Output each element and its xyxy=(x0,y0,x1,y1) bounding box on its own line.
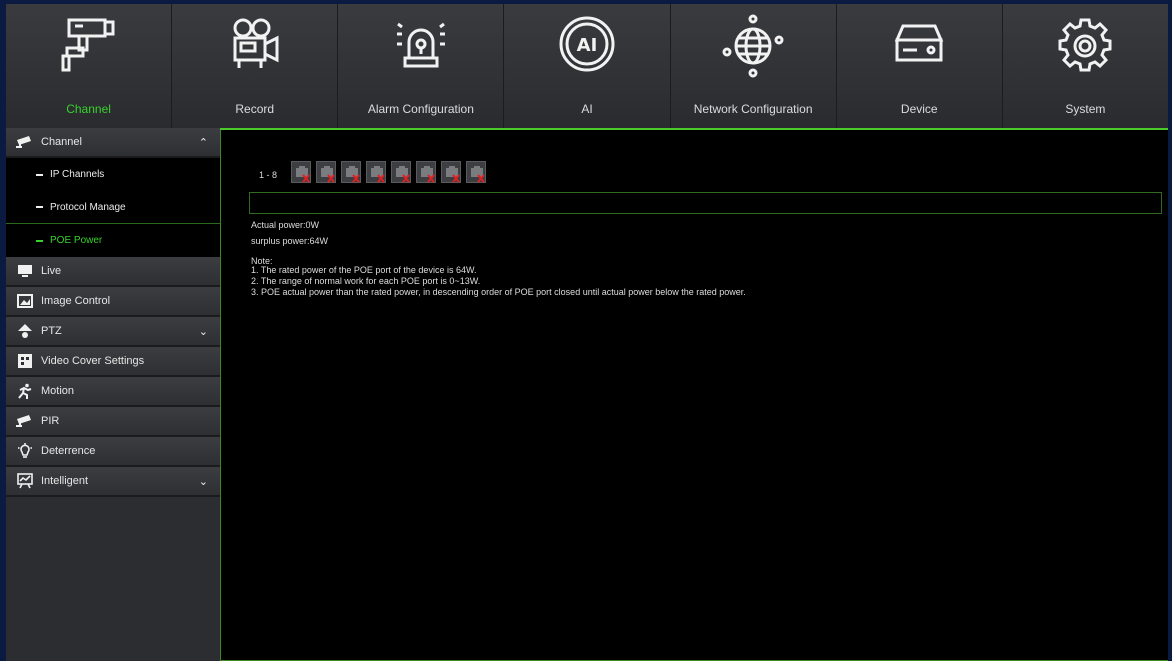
camera-icon xyxy=(16,414,34,428)
sidebar-item-label: Intelligent xyxy=(41,475,89,487)
sidebar-subitem-poe-power[interactable]: POE Power xyxy=(6,224,220,257)
running-man-icon xyxy=(16,383,34,399)
tab-label: AI xyxy=(581,102,593,116)
sidebar-subitem-label: Protocol Manage xyxy=(50,201,126,213)
sidebar-item-label: Deterrence xyxy=(41,445,96,457)
note-line: 2. The range of normal work for each POE… xyxy=(251,276,481,286)
poe-port-list xyxy=(291,161,486,183)
channel-submenu: IP Channels Protocol Manage POE Power xyxy=(6,158,220,257)
top-navigation: Channel Record Alarm Configuration AI AI… xyxy=(6,4,1168,128)
poe-port-disconnected-icon[interactable] xyxy=(291,161,311,183)
sidebar-subitem-ip-channels[interactable]: IP Channels xyxy=(6,158,220,191)
dash-bullet xyxy=(36,206,43,208)
sidebar-item-label: Channel xyxy=(41,136,82,148)
tab-network-configuration[interactable]: Network Configuration xyxy=(671,4,837,128)
power-usage-bar xyxy=(249,192,1162,214)
tab-label: System xyxy=(1065,102,1106,116)
sidebar-item-motion[interactable]: Motion xyxy=(6,377,220,407)
chevron-down-icon[interactable]: ⌄ xyxy=(199,475,208,488)
poe-port-disconnected-icon[interactable] xyxy=(466,161,486,183)
monitor-icon xyxy=(16,264,34,278)
tab-label: Channel xyxy=(66,102,111,116)
hdd-device-icon xyxy=(837,4,1002,88)
dash-bullet xyxy=(36,239,43,242)
svg-text:AI: AI xyxy=(577,35,598,56)
sidebar-item-channel[interactable]: Channel ⌃ xyxy=(6,128,220,158)
sidebar-item-live[interactable]: Live xyxy=(6,257,220,287)
port-range-label: 1 - 8 xyxy=(259,170,278,180)
globe-network-icon xyxy=(671,4,836,88)
tab-record[interactable]: Record xyxy=(172,4,339,128)
ptz-dome-icon xyxy=(16,324,34,338)
sidebar-item-label: Live xyxy=(41,265,62,277)
grid-cover-icon xyxy=(16,354,34,368)
camera-icon xyxy=(16,135,34,149)
sidebar-item-ptz[interactable]: PTZ ⌄ xyxy=(6,317,220,347)
gear-icon xyxy=(1003,4,1168,88)
sidebar-item-label: Video Cover Settings xyxy=(41,355,145,367)
sidebar-item-label: Image Control xyxy=(41,295,111,307)
poe-port-disconnected-icon[interactable] xyxy=(366,161,386,183)
note-line: 3. POE actual power than the rated power… xyxy=(251,287,746,297)
camera-icon xyxy=(6,4,171,88)
poe-port-disconnected-icon[interactable] xyxy=(441,161,461,183)
poe-port-disconnected-icon[interactable] xyxy=(416,161,436,183)
sidebar-item-intelligent[interactable]: Intelligent ⌄ xyxy=(6,467,220,497)
sidebar-item-video-cover-settings[interactable]: Video Cover Settings xyxy=(6,347,220,377)
sidebar: Channel ⌃ IP Channels Protocol Manage PO… xyxy=(6,128,220,661)
main-panel: 1 - 8 Actual power:0W surplus power:64W … xyxy=(220,130,1168,661)
chevron-down-icon[interactable]: ⌄ xyxy=(199,325,208,338)
sidebar-item-pir[interactable]: PIR xyxy=(6,407,220,437)
tab-ai[interactable]: AI AI xyxy=(504,4,671,128)
tab-label: Device xyxy=(900,102,938,116)
tab-alarm-configuration[interactable]: Alarm Configuration xyxy=(338,4,505,128)
poe-port-disconnected-icon[interactable] xyxy=(391,161,411,183)
image-icon xyxy=(16,294,34,308)
sidebar-item-label: PIR xyxy=(41,415,60,427)
sidebar-subitem-label: POE Power xyxy=(50,235,103,246)
easel-icon xyxy=(16,473,34,489)
tab-label: Record xyxy=(235,102,275,116)
sidebar-item-label: PTZ xyxy=(41,325,62,337)
alarm-light-icon xyxy=(338,4,503,88)
sidebar-item-deterrence[interactable]: Deterrence xyxy=(6,437,220,467)
film-camera-icon xyxy=(172,4,337,88)
tab-system[interactable]: System xyxy=(1003,4,1168,128)
chevron-up-icon[interactable]: ⌃ xyxy=(199,136,208,149)
light-bulb-icon xyxy=(16,443,34,458)
ai-head-icon: AI xyxy=(504,4,669,88)
note-line: 1. The rated power of the POE port of th… xyxy=(251,265,477,275)
poe-port-disconnected-icon[interactable] xyxy=(341,161,361,183)
tab-label: Alarm Configuration xyxy=(367,102,474,116)
sidebar-subitem-label: IP Channels xyxy=(50,169,105,180)
tab-channel[interactable]: Channel xyxy=(6,4,173,128)
tab-device[interactable]: Device xyxy=(837,4,1003,128)
poe-port-disconnected-icon[interactable] xyxy=(316,161,336,183)
surplus-power-text: surplus power:64W xyxy=(251,236,329,246)
sidebar-item-label: Motion xyxy=(41,385,75,397)
actual-power-text: Actual power:0W xyxy=(251,220,320,230)
sidebar-subitem-protocol-manage[interactable]: Protocol Manage xyxy=(6,191,220,224)
sidebar-item-image-control[interactable]: Image Control xyxy=(6,287,220,317)
tab-label: Network Configuration xyxy=(693,102,813,116)
dash-bullet xyxy=(36,173,43,176)
